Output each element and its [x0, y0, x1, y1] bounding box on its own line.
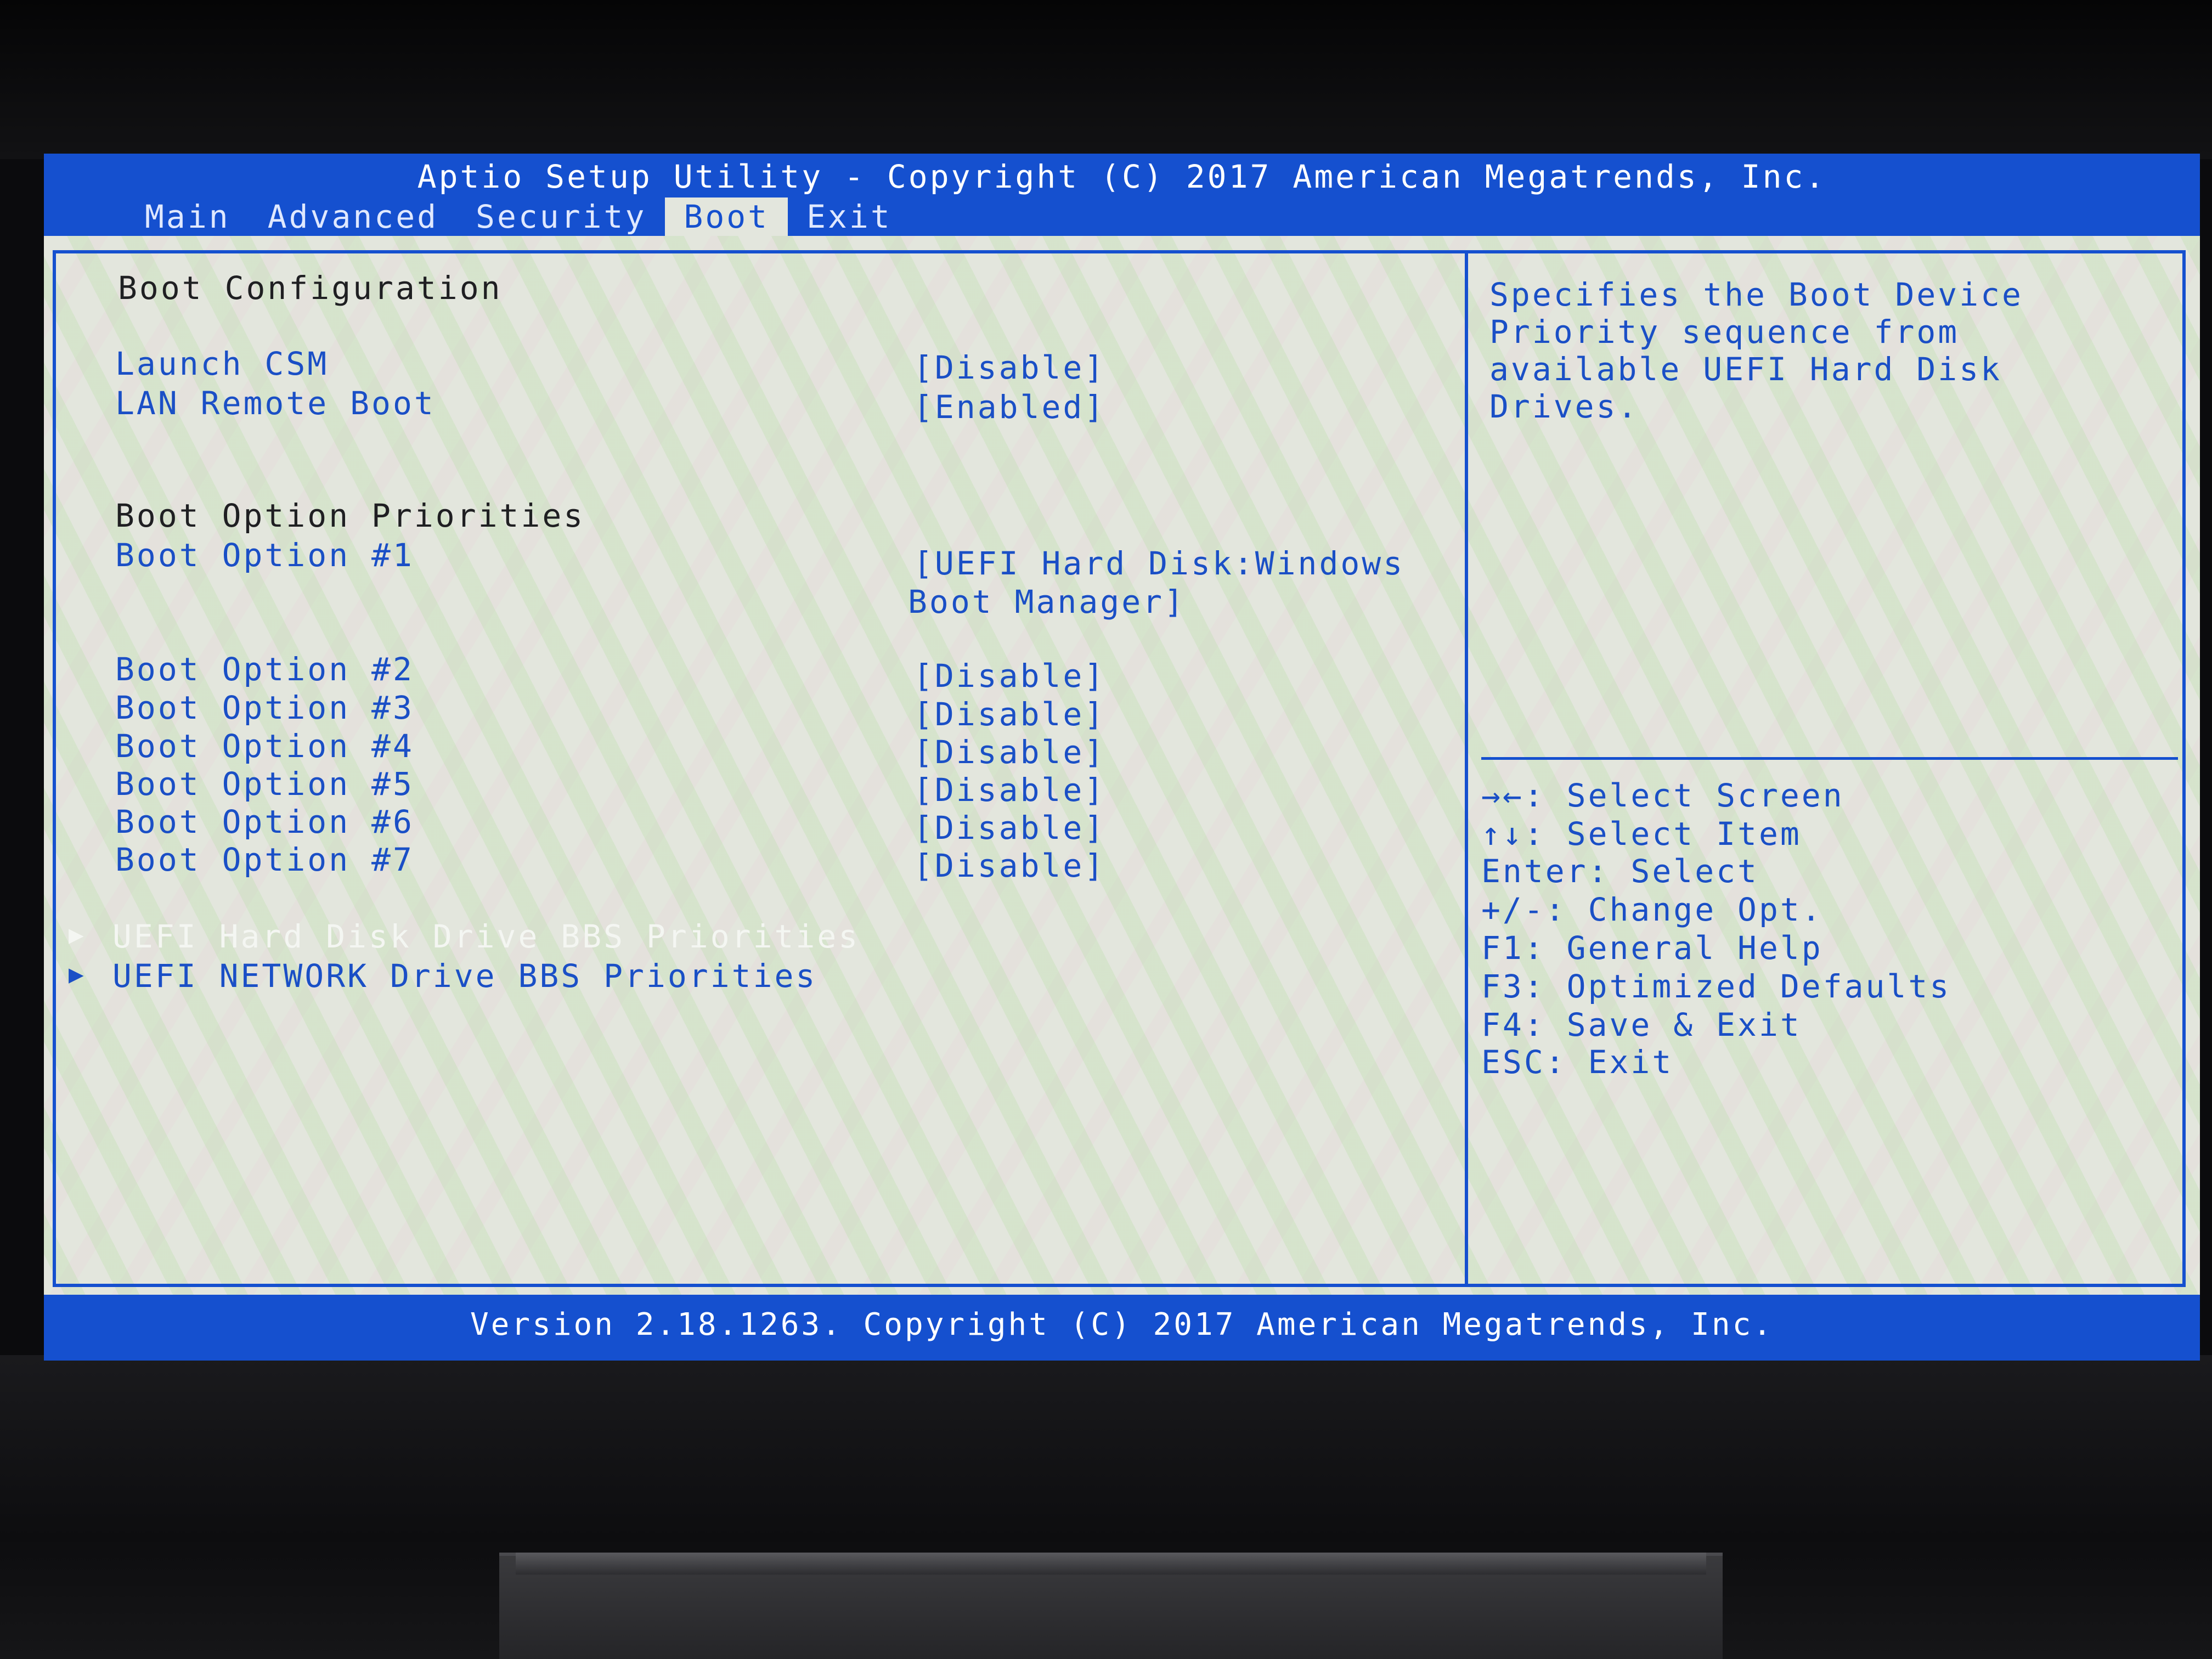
- boot-option-3-label[interactable]: Boot Option #3: [115, 689, 414, 727]
- footer-bar: Version 2.18.1263. Copyright (C) 2017 Am…: [44, 1295, 2200, 1361]
- boot-option-3-value[interactable]: [Disable]: [913, 695, 1105, 733]
- launch-csm-value[interactable]: [Disable]: [913, 348, 1105, 387]
- tab-advanced[interactable]: Advanced: [249, 198, 457, 236]
- panel-divider-vertical: [1465, 250, 1468, 1287]
- key-hint-enter-select: Enter: Select: [1481, 853, 1759, 890]
- tab-bar: Main Advanced Security Boot Exit: [126, 198, 911, 236]
- boot-option-5-value[interactable]: [Disable]: [913, 771, 1105, 809]
- submenu-arrow-icon: ▶: [69, 959, 84, 989]
- version-text: Version 2.18.1263. Copyright (C) 2017 Am…: [470, 1307, 1774, 1342]
- boot-option-7-label[interactable]: Boot Option #7: [115, 840, 414, 879]
- help-line-1: Specifies the Boot Device: [1489, 276, 2023, 313]
- tab-boot[interactable]: Boot: [665, 198, 788, 236]
- boot-option-1-label[interactable]: Boot Option #1: [115, 536, 414, 574]
- boot-option-4-label[interactable]: Boot Option #4: [115, 727, 414, 765]
- help-line-3: available UEFI Hard Disk: [1489, 351, 2002, 388]
- key-hint-change-opt: +/-: Change Opt.: [1481, 891, 1823, 928]
- boot-option-2-value[interactable]: [Disable]: [913, 657, 1105, 695]
- key-hint-save-exit: F4: Save & Exit: [1481, 1006, 1802, 1043]
- key-hint-select-screen: →←: Select Screen: [1481, 777, 1844, 814]
- title-text: Aptio Setup Utility - Copyright (C) 2017…: [417, 158, 1827, 195]
- section-boot-configuration: Boot Configuration: [118, 269, 503, 307]
- lan-remote-boot-label[interactable]: LAN Remote Boot: [115, 384, 436, 422]
- boot-option-1-value-cont: Boot Manager]: [908, 583, 1186, 620]
- section-boot-option-priorities: Boot Option Priorities: [115, 497, 585, 534]
- submenu-uefi-hard-disk-bbs[interactable]: UEFI Hard Disk Drive BBS Priorities: [112, 917, 860, 956]
- key-hint-select-item: ↑↓: Select Item: [1481, 815, 1802, 853]
- boot-option-6-label[interactable]: Boot Option #6: [115, 803, 414, 841]
- boot-option-4-value[interactable]: [Disable]: [913, 733, 1105, 771]
- key-hint-esc-exit: ESC: Exit: [1481, 1043, 1674, 1081]
- key-hint-optimized-defaults: F3: Optimized Defaults: [1481, 968, 1951, 1005]
- lan-remote-boot-value[interactable]: [Enabled]: [913, 388, 1105, 426]
- submenu-uefi-network-bbs[interactable]: UEFI NETWORK Drive BBS Priorities: [112, 957, 817, 995]
- boot-option-2-label[interactable]: Boot Option #2: [115, 650, 414, 689]
- submenu-arrow-icon: ▶: [69, 919, 84, 949]
- help-line-4: Drives.: [1489, 388, 1639, 425]
- key-hint-general-help: F1: General Help: [1481, 929, 1823, 967]
- help-line-2: Priority sequence from: [1489, 313, 1960, 351]
- boot-option-5-label[interactable]: Boot Option #5: [115, 765, 414, 803]
- tab-main[interactable]: Main: [126, 198, 249, 236]
- boot-option-7-value[interactable]: [Disable]: [913, 847, 1105, 885]
- boot-option-1-value[interactable]: [UEFI Hard Disk:Windows: [913, 544, 1404, 583]
- tab-security[interactable]: Security: [457, 198, 665, 236]
- launch-csm-label[interactable]: Launch CSM: [115, 345, 329, 383]
- bios-screen: Aptio Setup Utility - Copyright (C) 2017…: [44, 154, 2200, 1361]
- monitor-bezel-top: [0, 0, 2212, 159]
- title-bar: Aptio Setup Utility - Copyright (C) 2017…: [44, 154, 2200, 236]
- boot-option-6-value[interactable]: [Disable]: [913, 809, 1105, 847]
- help-divider-horizontal: [1481, 757, 2178, 760]
- tab-exit[interactable]: Exit: [788, 198, 911, 236]
- monitor-stand-lip: [516, 1553, 1706, 1575]
